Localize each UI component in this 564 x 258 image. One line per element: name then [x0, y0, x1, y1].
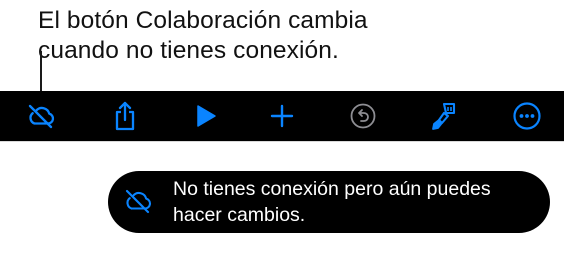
- callout-line-1: El botón Colaboración cambia: [38, 7, 368, 34]
- callout-text: El botón Colaboración cambia cuando no t…: [38, 6, 558, 66]
- plus-icon: [269, 103, 295, 129]
- toast-line-1: No tienes conexión pero aún puedes: [173, 178, 491, 200]
- toast-message: No tienes conexión pero aún puedes hacer…: [173, 176, 543, 228]
- offline-toast: No tienes conexión pero aún puedes hacer…: [108, 171, 550, 233]
- ellipsis-circle-icon: [512, 101, 542, 131]
- cloud-slash-icon: [122, 185, 154, 217]
- format-button[interactable]: [421, 91, 465, 141]
- share-button[interactable]: [103, 91, 147, 141]
- callout-line-2: cuando no tienes conexión.: [38, 37, 339, 64]
- share-icon: [112, 100, 138, 132]
- undo-icon: [349, 102, 377, 130]
- collaboration-offline-button[interactable]: [19, 91, 63, 141]
- play-button[interactable]: [184, 91, 228, 141]
- toast-line-2: hacer cambios.: [173, 204, 306, 226]
- add-button[interactable]: [260, 91, 304, 141]
- play-icon: [194, 103, 218, 129]
- more-button[interactable]: [505, 91, 549, 141]
- undo-button[interactable]: [341, 91, 385, 141]
- paintbrush-icon: [428, 100, 458, 132]
- toolbar: [0, 91, 564, 141]
- toolbar-divider: [0, 141, 564, 142]
- cloud-slash-icon: [26, 103, 56, 129]
